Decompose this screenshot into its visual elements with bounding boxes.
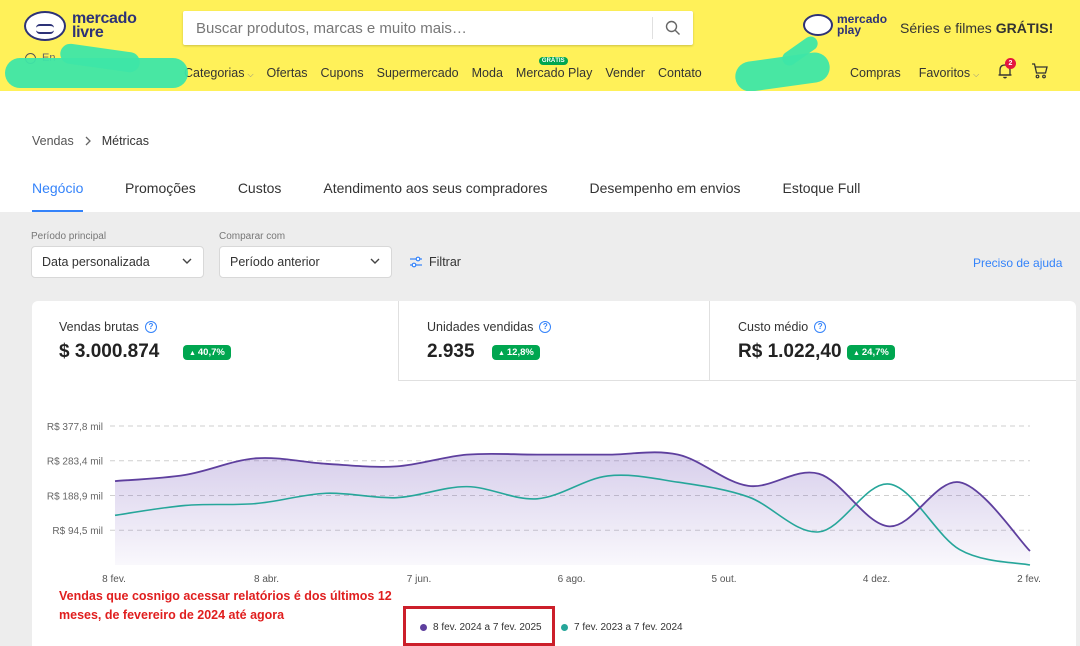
sales-chart: R$ 94,5 mil R$ 188,9 mil R$ 283,4 mil R$ 37… [47,422,1041,585]
legend-item-previous[interactable]: 7 fev. 2023 a 7 fev. 2024 [561,622,683,633]
y-tick-label: R$ 377,8 mil [47,422,103,433]
legend-dot [561,624,568,631]
x-tick-label: 2 fev. [1017,574,1041,585]
legend-item-current[interactable]: 8 fev. 2024 a 7 fev. 2025 [420,622,542,633]
y-tick-label: R$ 283,4 mil [47,457,103,468]
x-tick-label: 4 dez. [863,574,890,585]
legend-label: 7 fev. 2023 a 7 fev. 2024 [574,622,683,633]
x-tick-label: 7 jun. [407,574,431,585]
x-tick-label: 6 ago. [558,574,586,585]
x-tick-label: 5 out. [711,574,736,585]
y-tick-label: R$ 188,9 mil [47,492,103,503]
y-tick-label: R$ 94,5 mil [52,526,103,537]
annotation-note: Vendas que cosnigo acessar relatórios é … [59,589,392,622]
x-tick-label: 8 fev. [102,574,126,585]
legend-label: 8 fev. 2024 a 7 fev. 2025 [433,622,542,633]
x-tick-label: 8 abr. [254,574,279,585]
series-area-current [115,452,1030,565]
legend-dot [420,624,427,631]
